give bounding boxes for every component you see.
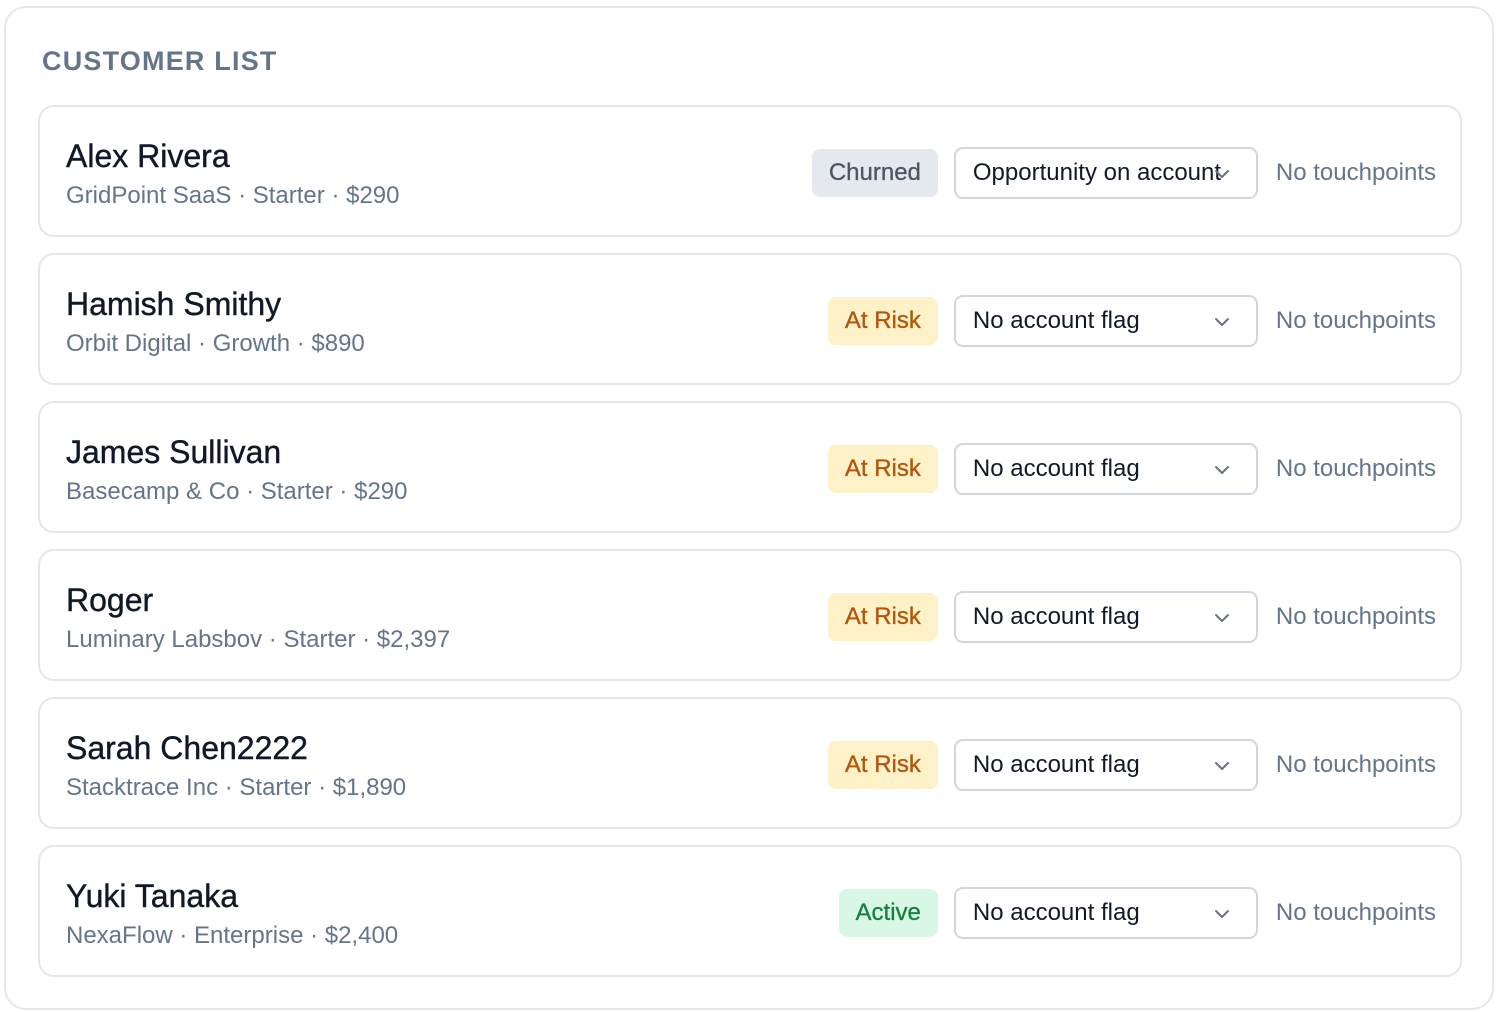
- customer-actions: At Risk No account flag No touchpoints: [827, 739, 1436, 791]
- touchpoints-label: No touchpoints: [1275, 603, 1436, 630]
- account-flag-value: Opportunity on account: [972, 159, 1222, 186]
- customer-name: Roger: [66, 582, 154, 618]
- customer-meta: NexaFlow · Enterprise · $2,400: [66, 922, 399, 949]
- account-flag-select[interactable]: No account flag: [953, 887, 1258, 939]
- customer-name: Alex Rivera: [66, 138, 230, 174]
- touchpoints-label: No touchpoints: [1275, 159, 1436, 186]
- customer-actions: At Risk No account flag No touchpoints: [827, 591, 1436, 643]
- customer-card[interactable]: Yuki Tanaka NexaFlow · Enterprise · $2,4…: [38, 845, 1462, 977]
- customer-card[interactable]: Sarah Chen2222 Stacktrace Inc · Starter …: [38, 697, 1462, 829]
- customer-list-panel: CUSTOMER LIST Alex Rivera GridPoint SaaS…: [4, 6, 1494, 1010]
- status-badge: At Risk: [827, 741, 938, 789]
- account-flag-value: No account flag: [972, 307, 1140, 334]
- customer-meta: Luminary Labsbov · Starter · $2,397: [66, 626, 451, 653]
- touchpoints-label: No touchpoints: [1275, 455, 1436, 482]
- account-flag-value: No account flag: [972, 603, 1140, 630]
- touchpoints-label: No touchpoints: [1275, 899, 1436, 926]
- customer-name: Hamish Smithy: [66, 286, 282, 322]
- customer-meta: Stacktrace Inc · Starter · $1,890: [66, 774, 407, 801]
- status-badge: Active: [838, 889, 938, 937]
- customer-actions: Churned Opportunity on account No touchp…: [811, 147, 1436, 199]
- chevron-down-icon: [1214, 614, 1229, 622]
- account-flag-select[interactable]: No account flag: [953, 443, 1258, 495]
- customer-name: Yuki Tanaka: [66, 878, 238, 914]
- customer-card[interactable]: Hamish Smithy Orbit Digital · Growth · $…: [38, 253, 1462, 385]
- status-badge: Churned: [811, 149, 938, 197]
- touchpoints-label: No touchpoints: [1275, 307, 1436, 334]
- account-flag-value: No account flag: [972, 455, 1140, 482]
- chevron-down-icon: [1214, 762, 1229, 770]
- account-flag-select[interactable]: No account flag: [953, 295, 1258, 347]
- customer-name: James Sullivan: [66, 434, 282, 470]
- status-badge: At Risk: [827, 445, 938, 493]
- account-flag-value: No account flag: [972, 751, 1140, 778]
- customer-card[interactable]: Roger Luminary Labsbov · Starter · $2,39…: [38, 549, 1462, 681]
- customer-meta: GridPoint SaaS · Starter · $290: [66, 182, 400, 209]
- chevron-down-icon: [1214, 466, 1229, 474]
- panel-title: CUSTOMER LIST: [42, 46, 278, 76]
- chevron-down-icon: [1214, 318, 1229, 326]
- account-flag-select[interactable]: No account flag: [953, 739, 1258, 791]
- customer-meta: Orbit Digital · Growth · $890: [66, 330, 365, 357]
- customer-card[interactable]: James Sullivan Basecamp & Co · Starter ·…: [38, 401, 1462, 533]
- chevron-down-icon: [1214, 170, 1229, 178]
- chevron-down-icon: [1214, 910, 1229, 918]
- customer-actions: At Risk No account flag No touchpoints: [827, 295, 1436, 347]
- status-badge: At Risk: [827, 593, 938, 641]
- touchpoints-label: No touchpoints: [1275, 751, 1436, 778]
- account-flag-select[interactable]: Opportunity on account: [953, 147, 1258, 199]
- account-flag-value: No account flag: [972, 899, 1140, 926]
- customer-name: Sarah Chen2222: [66, 730, 308, 766]
- customer-actions: At Risk No account flag No touchpoints: [827, 443, 1436, 495]
- customer-list: Alex Rivera GridPoint SaaS · Starter · $…: [38, 105, 1462, 993]
- account-flag-select[interactable]: No account flag: [953, 591, 1258, 643]
- customer-actions: Active No account flag No touchpoints: [838, 887, 1436, 939]
- customer-card[interactable]: Alex Rivera GridPoint SaaS · Starter · $…: [38, 105, 1462, 237]
- status-badge: At Risk: [827, 297, 938, 345]
- customer-meta: Basecamp & Co · Starter · $290: [66, 478, 408, 505]
